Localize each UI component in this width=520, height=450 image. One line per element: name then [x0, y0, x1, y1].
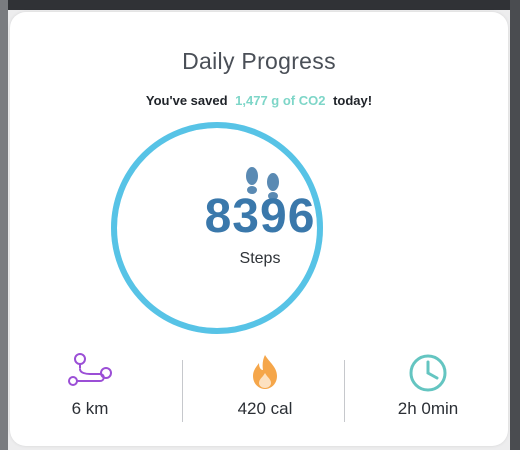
flame-icon — [245, 351, 285, 396]
route-icon — [64, 351, 116, 396]
clock-icon — [406, 351, 450, 400]
steps-value: 8396 — [204, 190, 316, 243]
co2-saved-amount: 1,477 g of CO2 — [235, 93, 326, 108]
duration-value: 2h 0min — [397, 399, 459, 418]
card-title: Daily Progress — [182, 48, 336, 74]
stat-divider — [182, 360, 183, 422]
screenshot-frame: Daily Progress You've saved 1,477 g of C… — [0, 0, 520, 450]
steps-label: Steps — [239, 250, 281, 267]
stat-divider — [344, 360, 345, 422]
stats-row: 6 km 420 cal 2h 0min — [10, 345, 508, 435]
duration-stat[interactable]: 2h 0min — [348, 345, 508, 435]
calories-value: 420 cal — [237, 399, 293, 418]
distance-value: 6 km — [71, 399, 109, 418]
co2-saved-message: You've saved 1,477 g of CO2 today! — [10, 93, 508, 108]
calories-stat[interactable]: 420 cal — [185, 345, 345, 435]
co2-saved-prefix: You've saved — [145, 93, 228, 108]
co2-saved-suffix: today! — [333, 93, 373, 108]
top-edge — [0, 0, 520, 10]
distance-stat[interactable]: 6 km — [10, 345, 170, 435]
